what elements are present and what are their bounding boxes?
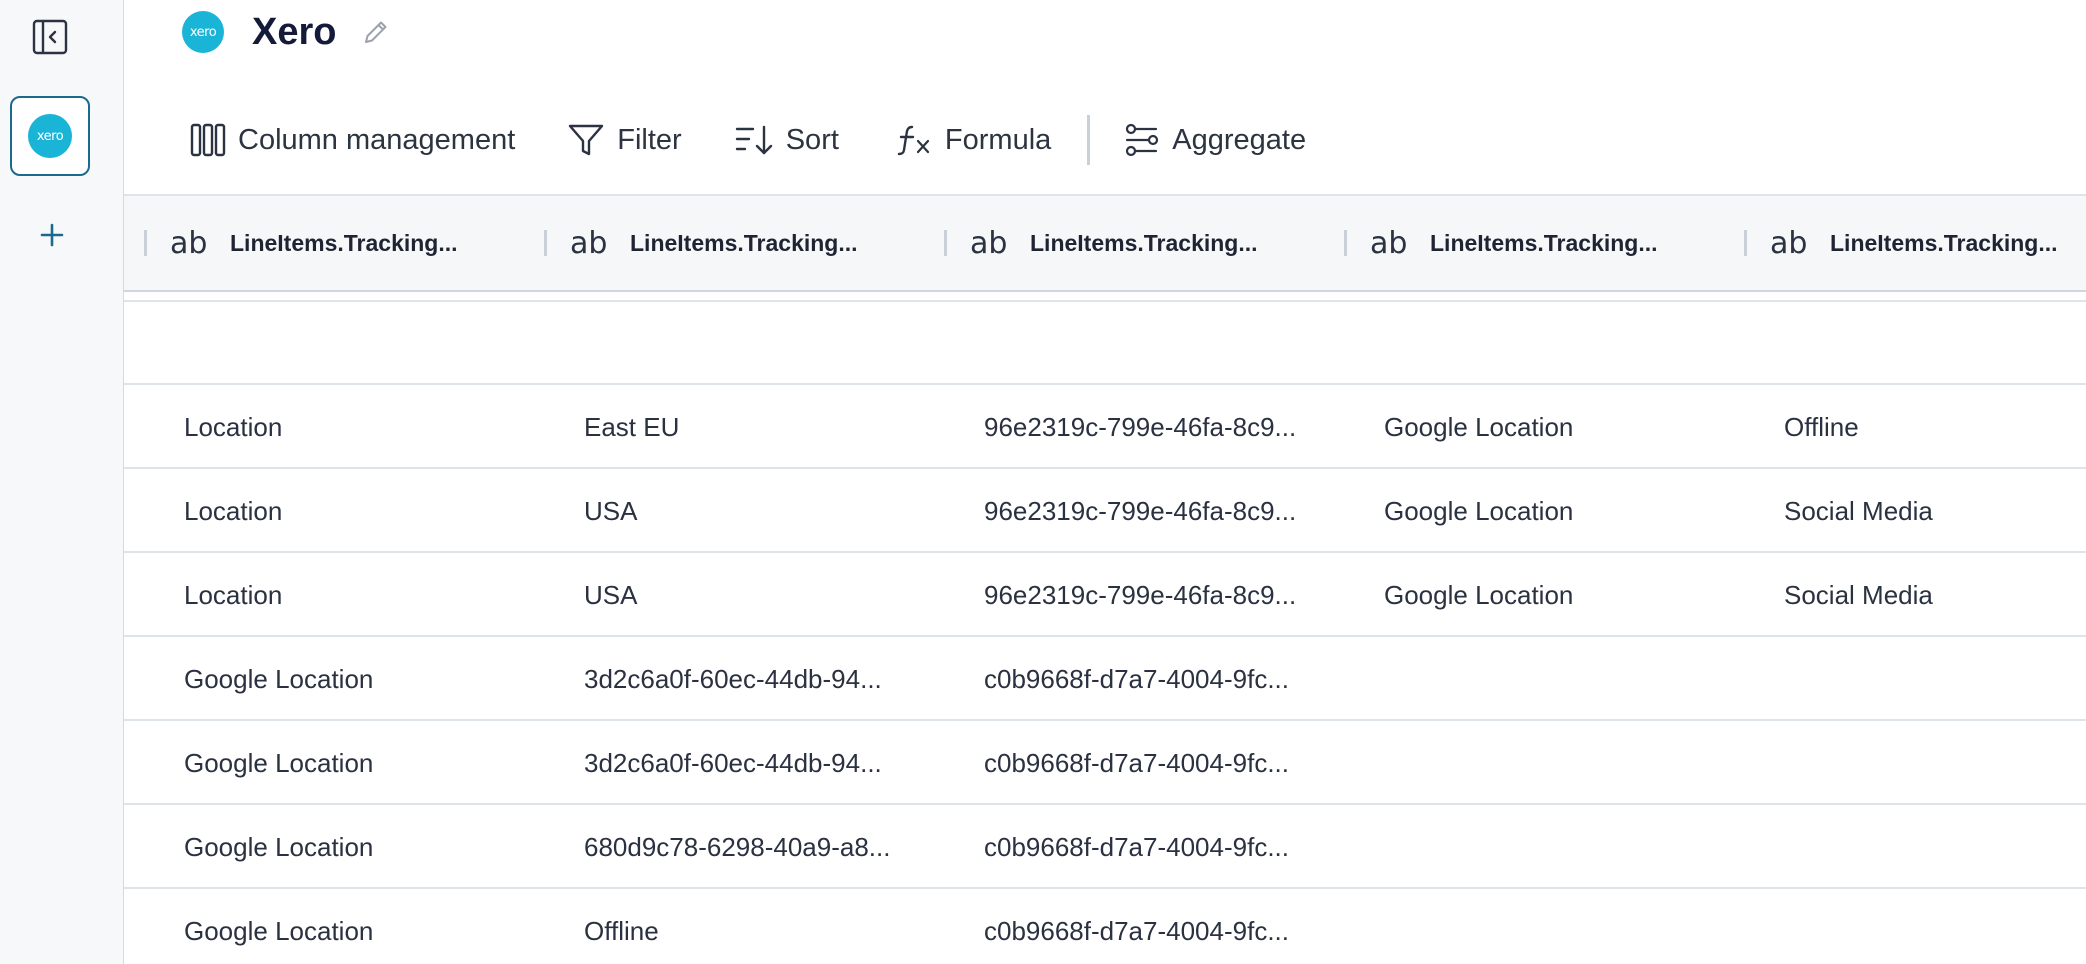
toolbar-divider — [1087, 115, 1091, 165]
column-header-label: LineItems.Tracking... — [1430, 230, 1658, 256]
plus-icon — [40, 223, 64, 247]
table-cell[interactable]: East EU — [584, 385, 679, 469]
toolbar: Column management Filter Sort Formula Ag… — [190, 112, 1306, 168]
table-cell[interactable]: Google Location — [1384, 553, 1573, 637]
source-xero-button[interactable]: xero — [10, 96, 90, 176]
xero-logo-icon: xero — [28, 114, 72, 158]
table-cell[interactable]: c0b9668f-d7a7-4004-9fc... — [984, 805, 1289, 889]
column-resize-handle[interactable] — [944, 230, 947, 256]
xero-logo-text: xero — [36, 128, 64, 144]
table-cell[interactable]: 96e2319c-799e-46fa-8c9... — [984, 553, 1296, 637]
table-cell[interactable]: c0b9668f-d7a7-4004-9fc... — [984, 889, 1289, 964]
table-cell[interactable]: 96e2319c-799e-46fa-8c9... — [984, 385, 1296, 469]
column-header-label: LineItems.Tracking... — [630, 230, 858, 256]
table-cell[interactable]: USA — [584, 553, 637, 637]
table-cell[interactable]: Google Location — [184, 721, 373, 805]
table-row[interactable]: Location USA 96e2319c-799e-46fa-8c9... G… — [124, 469, 2086, 553]
table-cell[interactable]: c0b9668f-d7a7-4004-9fc... — [984, 637, 1289, 721]
column-resize-handle[interactable] — [1744, 230, 1747, 256]
table-body: Location East EU 96e2319c-799e-46fa-8c9.… — [124, 300, 2086, 964]
text-type-icon: ab — [970, 226, 1008, 261]
sidebar-collapse-icon — [32, 19, 68, 55]
collapse-sidebar-button[interactable] — [30, 17, 70, 57]
table-row[interactable]: Google Location 3d2c6a0f-60ec-44db-94...… — [124, 721, 2086, 805]
table-cell[interactable]: Location — [184, 469, 282, 553]
column-management-button[interactable]: Column management — [190, 112, 515, 168]
table-row[interactable]: Google Location 680d9c78-6298-40a9-a8...… — [124, 805, 2086, 889]
table-cell[interactable]: Social Media — [1784, 469, 1933, 553]
table-header: ab LineItems.Tracking... ab LineItems.Tr… — [124, 194, 2086, 292]
table-cell[interactable]: USA — [584, 469, 637, 553]
table-cell[interactable]: Google Location — [184, 889, 373, 964]
xero-logo-icon: xero — [182, 11, 224, 53]
table-cell[interactable]: 96e2319c-799e-46fa-8c9... — [984, 469, 1296, 553]
page-title: Xero — [252, 10, 337, 53]
add-source-button[interactable] — [32, 215, 72, 255]
filter-button[interactable]: Filter — [567, 112, 682, 168]
table-row[interactable]: Location East EU 96e2319c-799e-46fa-8c9.… — [124, 385, 2086, 469]
formula-button[interactable]: Formula — [895, 112, 1051, 168]
table-cell[interactable]: Google Location — [1384, 385, 1573, 469]
text-type-icon: ab — [570, 226, 608, 261]
left-rail: xero — [0, 0, 124, 964]
aggregate-label: Aggregate — [1172, 123, 1307, 156]
table-cell[interactable]: 3d2c6a0f-60ec-44db-94... — [584, 637, 882, 721]
pencil-icon — [365, 21, 387, 43]
sort-button[interactable]: Sort — [734, 112, 839, 168]
sort-label: Sort — [785, 123, 839, 156]
table-cell[interactable]: Google Location — [184, 637, 373, 721]
table-cell[interactable]: 680d9c78-6298-40a9-a8... — [584, 805, 890, 889]
column-header-label: LineItems.Tracking... — [230, 230, 458, 256]
filter-label: Filter — [617, 123, 682, 156]
column-header-label: LineItems.Tracking... — [1030, 230, 1258, 256]
text-type-icon: ab — [1370, 226, 1408, 261]
table-cell[interactable]: Google Location — [1384, 469, 1573, 553]
formula-label: Formula — [944, 123, 1052, 156]
page-header: xero Xero — [182, 10, 392, 54]
table-row[interactable] — [124, 300, 2086, 385]
text-type-icon: ab — [1770, 226, 1808, 261]
table-row[interactable]: Google Location 3d2c6a0f-60ec-44db-94...… — [124, 637, 2086, 721]
sort-icon — [735, 125, 772, 155]
table-cell[interactable]: Location — [184, 553, 282, 637]
filter-icon — [569, 124, 604, 156]
table-cell[interactable]: 3d2c6a0f-60ec-44db-94... — [584, 721, 882, 805]
table-cell[interactable]: Offline — [584, 889, 659, 964]
columns-icon — [190, 123, 226, 157]
aggregate-button[interactable]: Aggregate — [1124, 112, 1306, 168]
column-resize-handle[interactable] — [544, 230, 547, 256]
xero-logo-text: xero — [189, 24, 217, 40]
table-cell[interactable]: c0b9668f-d7a7-4004-9fc... — [984, 721, 1289, 805]
table-cell[interactable]: Location — [184, 385, 282, 469]
aggregate-icon — [1126, 123, 1159, 157]
formula-icon — [897, 125, 930, 156]
text-type-icon: ab — [170, 226, 208, 261]
table-row[interactable]: Location USA 96e2319c-799e-46fa-8c9... G… — [124, 553, 2086, 637]
column-management-label: Column management — [238, 123, 516, 156]
table-cell[interactable]: Social Media — [1784, 553, 1933, 637]
edit-title-button[interactable] — [360, 16, 392, 48]
table-row[interactable]: Google Location Offline c0b9668f-d7a7-40… — [124, 889, 2086, 964]
column-resize-handle[interactable] — [1344, 230, 1347, 256]
column-header-label: LineItems.Tracking... — [1830, 230, 2058, 256]
table-cell[interactable]: Offline — [1784, 385, 1859, 469]
table-cell[interactable]: Google Location — [184, 805, 373, 889]
column-resize-handle[interactable] — [144, 230, 147, 256]
